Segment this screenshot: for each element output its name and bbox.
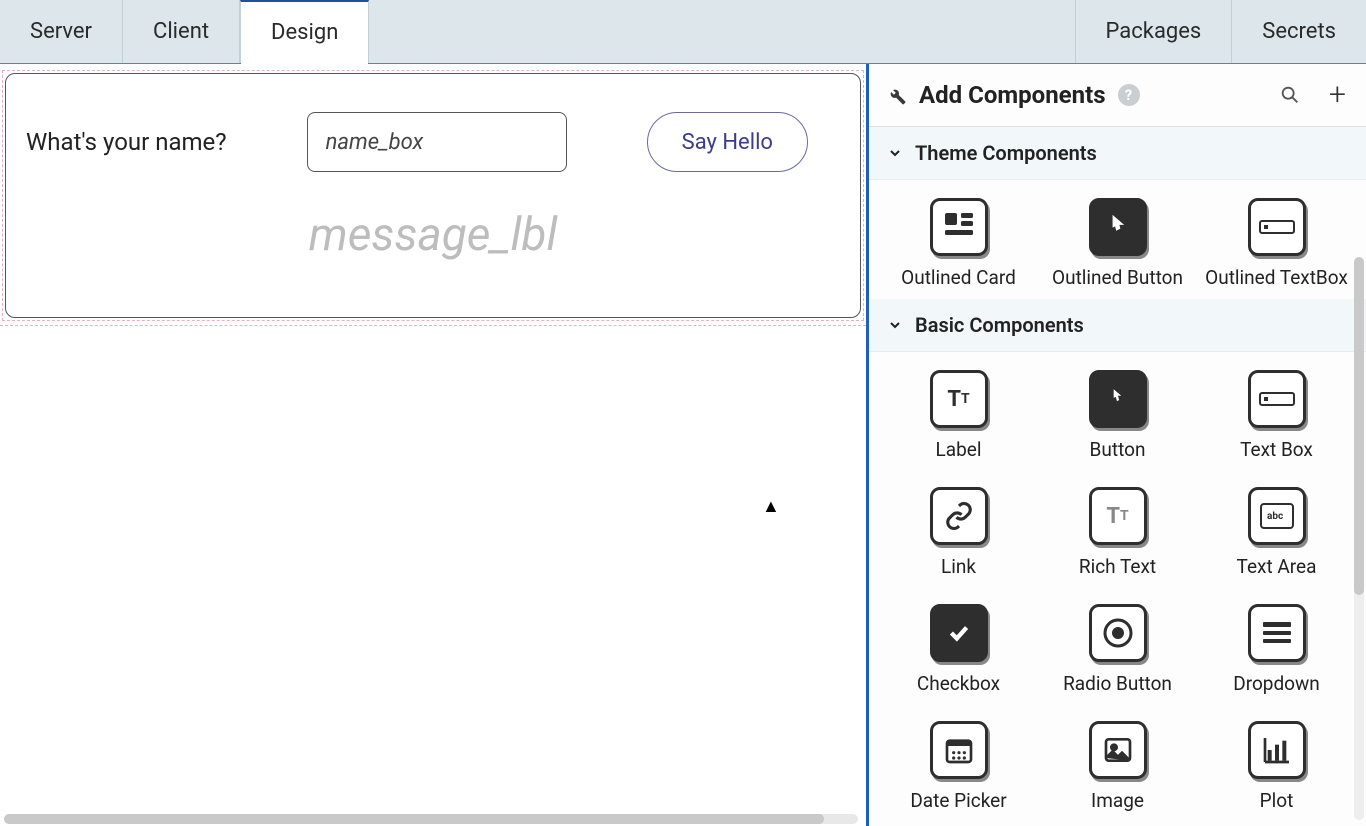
component-label-text: Text Area [1237,555,1317,578]
component-label: Outlined Button [1052,266,1183,289]
component-label-text: Rich Text [1079,555,1156,578]
name-textbox[interactable]: name_box [307,112,567,172]
textarea-icon: abc [1248,487,1306,545]
tab-packages[interactable]: Packages [1076,0,1233,63]
checkbox-icon [930,604,988,662]
component-label: Outlined TextBox [1205,266,1348,289]
component-label-text: Checkbox [917,672,1000,695]
tab-secrets[interactable]: Secrets [1232,0,1366,63]
tab-design[interactable]: Design [240,0,369,63]
label-icon: TT [930,370,988,428]
add-icon[interactable]: + [1329,80,1346,110]
component-label-text: Date Picker [910,789,1006,812]
search-icon[interactable] [1279,84,1301,106]
component-checkbox[interactable]: Checkbox [879,604,1038,695]
form-card[interactable]: What's your name? name_box Say Hello mes… [5,73,861,318]
form-row: What's your name? name_box Say Hello [24,92,842,182]
canvas-horizontal-scrollbar[interactable] [4,814,858,824]
component-label-text: Image [1091,789,1144,812]
sidebar-header: Add Components ? + [869,64,1366,127]
chevron-down-icon [887,145,903,161]
image-icon [1089,721,1147,779]
link-icon [930,487,988,545]
section-theme-components[interactable]: Theme Components [869,127,1366,180]
canvas-guides: What's your name? name_box Say Hello mes… [2,70,864,321]
component-label-text: Text Box [1240,438,1313,461]
card-icon [930,198,988,256]
main-area: What's your name? name_box Say Hello mes… [0,64,1366,826]
component-label-text: Link [941,555,976,578]
canvas-row-divider [0,325,866,326]
component-outlined-card[interactable]: Outlined Card [879,198,1038,289]
wrench-icon [885,84,907,106]
sidebar-vertical-scrollbar[interactable] [1354,257,1364,820]
richtext-icon: TT [1089,487,1147,545]
tab-client[interactable]: Client [123,0,240,63]
dropdown-icon [1248,604,1306,662]
component-dropdown[interactable]: Dropdown [1197,604,1356,695]
tab-server[interactable]: Server [0,0,123,63]
component-label[interactable]: TT Label [879,370,1038,461]
design-canvas[interactable]: What's your name? name_box Say Hello mes… [0,64,869,826]
component-textarea[interactable]: abc Text Area [1197,487,1356,578]
sidebar-actions: + [1279,80,1346,110]
component-label-text: Plot [1260,789,1294,812]
calendar-icon [930,721,988,779]
basic-components-grid: TT Label Button Text Box [869,352,1366,822]
svg-text:abc: abc [1267,511,1283,522]
radio-icon [1089,604,1147,662]
textbox-icon [1248,370,1306,428]
component-image[interactable]: Image [1038,721,1197,812]
section-title: Theme Components [915,141,1097,165]
sidebar-title: Add Components [919,81,1106,109]
component-label: Outlined Card [901,266,1016,289]
component-button[interactable]: Button [1038,370,1197,461]
component-label-text: Label [936,438,982,461]
section-basic-components[interactable]: Basic Components [869,299,1366,352]
help-icon[interactable]: ? [1118,84,1140,106]
button-icon [1089,198,1147,256]
sidebar-body: Theme Components Outlined Card Outlined … [869,127,1366,826]
component-outlined-button[interactable]: Outlined Button [1038,198,1197,289]
top-tabbar: Server Client Design Packages Secrets [0,0,1366,64]
component-link[interactable]: Link [879,487,1038,578]
component-richtext[interactable]: TT Rich Text [1038,487,1197,578]
component-label-text: Button [1090,438,1146,461]
component-radio[interactable]: Radio Button [1038,604,1197,695]
component-datepicker[interactable]: Date Picker [879,721,1038,812]
prompt-label: What's your name? [26,128,227,156]
chevron-down-icon [887,317,903,333]
plot-icon [1248,721,1306,779]
component-label-text: Radio Button [1063,672,1172,695]
component-textbox[interactable]: Text Box [1197,370,1356,461]
say-hello-button[interactable]: Say Hello [647,112,808,172]
tab-spacer [369,0,1075,63]
textbox-icon [1248,198,1306,256]
component-plot[interactable]: Plot [1197,721,1356,812]
component-outlined-textbox[interactable]: Outlined TextBox [1197,198,1356,289]
button-icon [1089,370,1147,428]
component-label-text: Dropdown [1233,672,1320,695]
message-label[interactable]: message_lbl [24,208,842,262]
components-sidebar: Add Components ? + Theme Components Outl… [869,64,1366,826]
theme-components-grid: Outlined Card Outlined Button Outlined T… [869,180,1366,299]
section-title: Basic Components [915,313,1084,337]
mouse-cursor-icon: ▲ [762,496,780,517]
